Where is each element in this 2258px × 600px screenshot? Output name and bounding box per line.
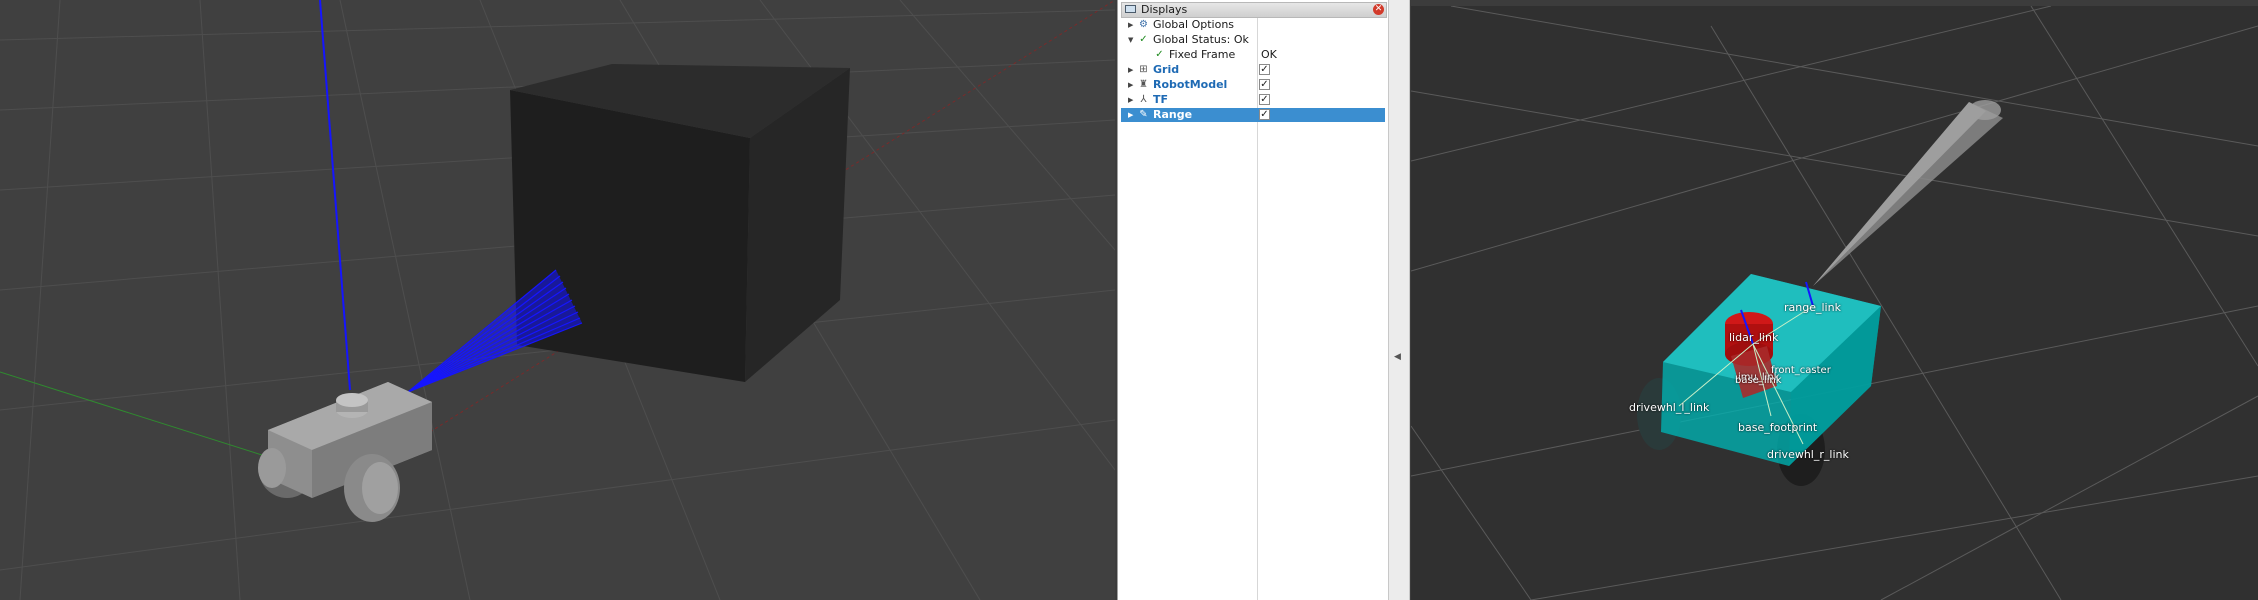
robot-model-icon: ♜ [1139,79,1148,90]
tree-row-fixed-frame[interactable]: ✓ Fixed Frame OK [1121,48,1385,62]
tree-row-label: TF [1153,93,1169,106]
frame-label-front-caster: front_caster [1771,365,1831,376]
panel-splitter[interactable]: ◀ [1388,0,1410,600]
tree-row-grid[interactable]: ▶ ⊞ Grid ✓ [1121,63,1385,77]
robotmodel-enable-checkbox[interactable]: ✓ [1259,79,1270,90]
obstacle-box [510,64,850,382]
tree-row-label: Global Options [1153,18,1235,31]
gazebo-scene [0,0,1115,600]
robot-z-axis [319,0,351,391]
rviz-3d-viewport[interactable]: range_link lidar_link imu_link base_link… [1411,6,2258,600]
displays-panel-header: Displays ✕ [1121,2,1387,18]
monitor-icon [1125,5,1136,13]
grid-icon: ⊞ [1139,64,1148,75]
range-icon: ✎ [1139,109,1148,120]
laser-rays [407,269,583,393]
tf-icon: ⅄ [1140,94,1147,105]
expand-arrow-icon[interactable]: ▶ [1128,63,1133,77]
tree-row-global-options[interactable]: ▶ ⚙ Global Options [1121,18,1385,32]
tree-row-label: Grid [1153,63,1180,76]
tf-enable-checkbox[interactable]: ✓ [1259,94,1270,105]
displays-panel-title: Displays [1141,3,1188,16]
x-axis-line [0,371,263,456]
gear-icon: ⚙ [1139,19,1148,30]
displays-panel: Displays ✕ ▶ ⚙ Global Options ▼ ✓ Global… [1117,0,1388,600]
fixed-frame-status-value: OK [1261,48,1277,61]
grid-enable-checkbox[interactable]: ✓ [1259,64,1270,75]
expand-arrow-icon[interactable]: ▶ [1128,18,1133,32]
tree-row-tf[interactable]: ▶ ⅄ TF ✓ [1121,93,1385,107]
gazebo-3d-viewport[interactable] [0,0,1115,600]
tree-row-global-status[interactable]: ▼ ✓ Global Status: Ok [1121,33,1385,47]
checkmark-icon: ✓ [1139,34,1148,45]
tree-row-robotmodel[interactable]: ▶ ♜ RobotModel ✓ [1121,78,1385,92]
frame-label-lidar-link: lidar_link [1729,331,1779,344]
checkmark-icon: ✓ [1155,49,1164,60]
frame-label-drivewhl-r-link: drivewhl_r_link [1767,448,1849,461]
tree-row-label: Range [1153,108,1193,121]
expand-arrow-icon[interactable]: ▶ [1128,93,1133,107]
close-icon[interactable]: ✕ [1373,4,1384,15]
gazebo-robot [258,382,432,522]
tree-row-range[interactable]: ▶ ✎ Range ✓ [1121,108,1385,122]
frame-label-base-link: base_link [1735,375,1782,386]
expand-arrow-icon[interactable]: ▶ [1128,78,1133,92]
chevron-left-icon[interactable]: ◀ [1394,352,1401,362]
range-enable-checkbox[interactable]: ✓ [1259,109,1270,120]
tree-row-label: Fixed Frame [1169,48,1236,61]
tree-row-label: Global Status: Ok [1153,33,1249,46]
collapse-arrow-icon[interactable]: ▼ [1128,33,1133,47]
range-cone [1813,100,2003,286]
tree-row-label: RobotModel [1153,78,1228,91]
displays-tree: ▶ ⚙ Global Options ▼ ✓ Global Status: Ok… [1121,18,1385,600]
frame-label-base-footprint: base_footprint [1738,421,1818,434]
frame-label-drivewhl-l-link: drivewhl_l_link [1629,401,1710,414]
expand-arrow-icon[interactable]: ▶ [1128,108,1133,122]
frame-label-range-link: range_link [1784,301,1841,314]
